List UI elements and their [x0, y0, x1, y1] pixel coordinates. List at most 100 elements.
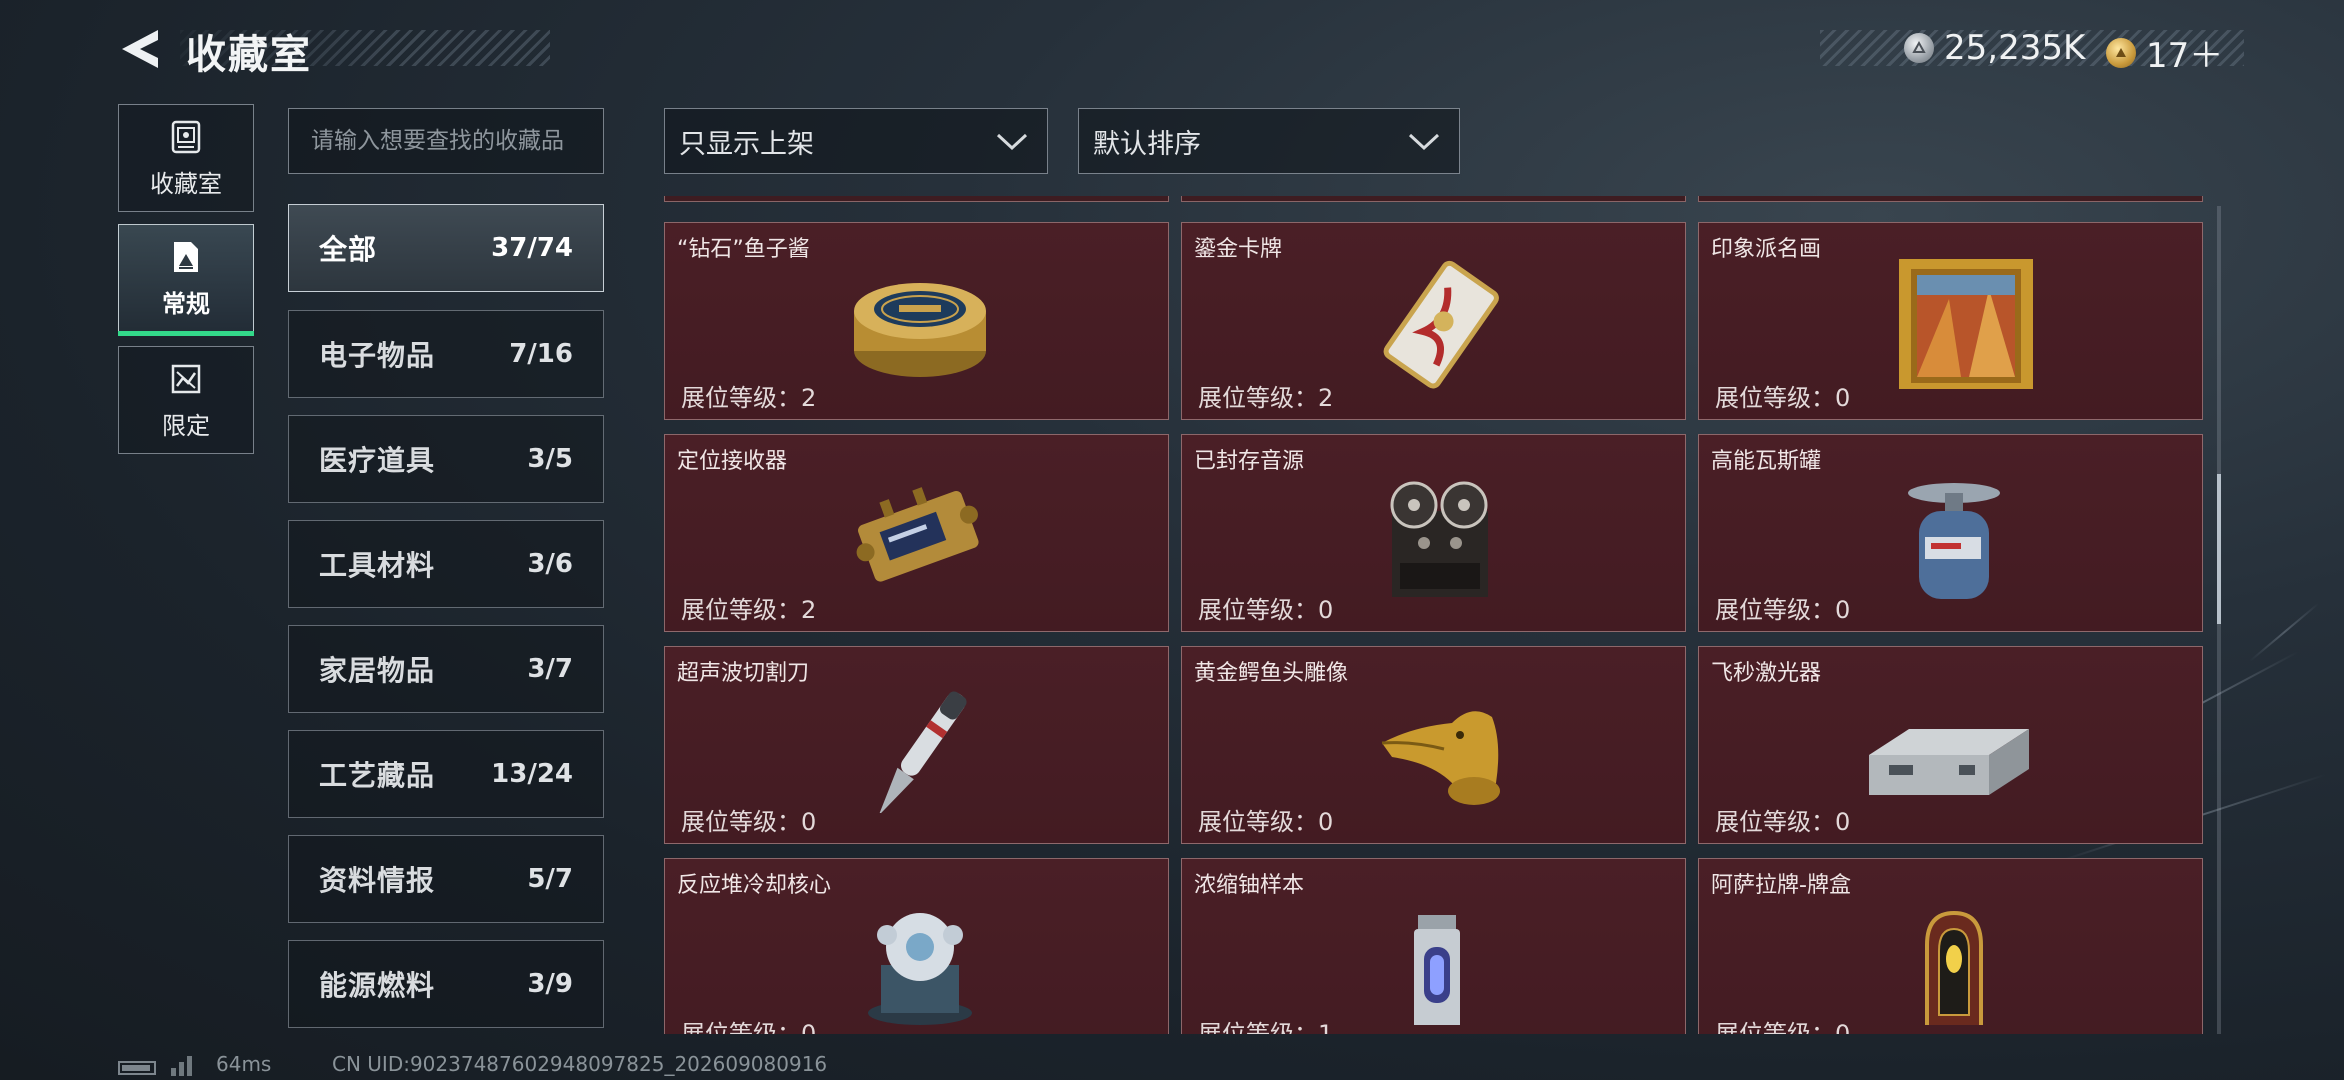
booth-level: 展位等级：1 [1198, 1014, 1333, 1034]
nav-collection-room[interactable]: 收藏室 [118, 104, 254, 212]
sort-dropdown[interactable]: 默认排序 [1078, 108, 1460, 174]
category-count: 37/74 [491, 233, 573, 263]
booth-level-value: 0 [1318, 596, 1334, 624]
category-intel[interactable]: 资料情报 5/7 [288, 835, 604, 923]
booth-level-prefix: 展位等级： [1198, 808, 1318, 836]
category-label: 家居物品 [319, 654, 436, 687]
item-card[interactable]: 超声波切割刀 展位等级：0 [664, 646, 1169, 844]
back-arrow-icon[interactable] [118, 26, 164, 72]
booth-level-prefix: 展位等级： [681, 808, 801, 836]
card-peek [664, 196, 1169, 202]
silver-coin-icon [1904, 33, 1934, 63]
scroll-thumb[interactable] [2217, 474, 2221, 624]
item-card[interactable]: “钻石”鱼子酱 展位等级：2 [664, 222, 1169, 420]
item-card[interactable]: 高能瓦斯罐 展位等级：0 [1698, 434, 2203, 632]
currency-gold: 17＋ [2106, 28, 2223, 77]
caviar-tin-icon [854, 283, 986, 377]
chevron-down-icon [1408, 133, 1440, 151]
nav-label: 常规 [162, 289, 210, 318]
grid-scrollbar[interactable] [2217, 206, 2221, 1034]
framed-painting-icon [1899, 259, 2033, 389]
search-input[interactable] [288, 108, 604, 174]
category-label: 工艺藏品 [319, 759, 436, 792]
category-label: 工具材料 [319, 549, 436, 582]
booth-level: 展位等级：0 [1715, 1014, 1850, 1034]
gilded-card-icon [1383, 260, 1499, 389]
card-peek [1698, 196, 2203, 202]
currency-silver: 25,235K [1904, 28, 2085, 68]
booth-level-prefix: 展位等级： [1198, 1020, 1318, 1034]
category-count: 5/7 [527, 864, 573, 894]
item-name: 阿萨拉牌-牌盒 [1711, 873, 1851, 898]
golden-crocodile-statue-icon [1381, 711, 1500, 805]
item-name: 已封存音源 [1194, 449, 1305, 474]
card-peek [1181, 196, 1686, 202]
page-title: 收藏室 [186, 32, 312, 78]
item-card[interactable]: 定位接收器 展位等级：2 [664, 434, 1169, 632]
category-count: 3/6 [527, 549, 573, 579]
category-count: 3/7 [527, 654, 573, 684]
booth-level-value: 1 [1318, 1020, 1334, 1034]
gold-token-icon [2106, 37, 2136, 68]
booth-level-prefix: 展位等级： [1198, 596, 1318, 624]
category-label: 资料情报 [319, 864, 436, 897]
booth-level-prefix: 展位等级： [1715, 596, 1835, 624]
item-name: 黄金鳄鱼头雕像 [1194, 661, 1349, 686]
booth-level-value: 0 [801, 808, 817, 836]
item-name: 鎏金卡牌 [1194, 237, 1283, 262]
booth-level-prefix: 展位等级： [681, 596, 801, 624]
nav-limited[interactable]: 限定 [118, 346, 254, 454]
booth-level-value: 0 [1318, 808, 1334, 836]
category-electronics[interactable]: 电子物品 7/16 [288, 310, 604, 398]
booth-level: 展位等级：0 [1198, 802, 1333, 837]
category-label: 全部 [319, 233, 378, 266]
item-name: 定位接收器 [677, 449, 788, 474]
item-name: “钻石”鱼子酱 [677, 237, 810, 262]
ping-readout: 64ms [216, 1052, 272, 1076]
category-tools[interactable]: 工具材料 3/6 [288, 520, 604, 608]
booth-level-prefix: 展位等级： [681, 384, 801, 412]
category-medical[interactable]: 医疗道具 3/5 [288, 415, 604, 503]
chevron-down-icon [996, 133, 1028, 151]
silver-coin-amount: 25,235K [1944, 28, 2086, 68]
category-count: 3/5 [527, 444, 573, 474]
item-card[interactable]: 鎏金卡牌 展位等级：2 [1181, 222, 1686, 420]
booth-level-value: 2 [801, 596, 817, 624]
category-all[interactable]: 全部 37/74 [288, 204, 604, 292]
nav-regular[interactable]: 常规 [118, 224, 254, 336]
category-energy[interactable]: 能源燃料 3/9 [288, 940, 604, 1028]
nav-label: 限定 [162, 411, 210, 440]
booth-level: 展位等级：2 [1198, 378, 1333, 413]
booth-level-prefix: 展位等级： [681, 1020, 801, 1034]
item-name: 印象派名画 [1711, 237, 1822, 262]
item-card[interactable]: 印象派名画 展位等级：0 [1698, 222, 2203, 420]
category-household[interactable]: 家居物品 3/7 [288, 625, 604, 713]
category-crafts[interactable]: 工艺藏品 13/24 [288, 730, 604, 818]
item-card[interactable]: 飞秒激光器 展位等级：0 [1698, 646, 2203, 844]
booth-level: 展位等级：0 [1715, 590, 1850, 625]
item-card[interactable]: 黄金鳄鱼头雕像 展位等级：0 [1181, 646, 1686, 844]
item-card[interactable]: 反应堆冷却核心 展位等级：0 [664, 858, 1169, 1034]
display-filter-value: 只显示上架 [679, 128, 814, 160]
gas-canister-icon [1908, 483, 2000, 599]
femtosecond-laser-icon [1869, 729, 2029, 795]
booth-level-value: 2 [1318, 384, 1334, 412]
category-label: 医疗道具 [319, 444, 436, 477]
booth-level-value: 2 [801, 384, 817, 412]
collection-grid[interactable]: “钻石”鱼子酱 展位等级：2 鎏金卡牌 展位等级：2 印象派名画 展位等级：0 … [660, 196, 2216, 1034]
item-card[interactable]: 已封存音源 展位等级：0 [1181, 434, 1686, 632]
item-card[interactable]: 阿萨拉牌-牌盒 展位等级：0 [1698, 858, 2203, 1034]
category-label: 能源燃料 [319, 969, 436, 1002]
category-count: 3/9 [527, 969, 573, 999]
booth-level: 展位等级：0 [1715, 378, 1850, 413]
top-bar: 收藏室 25,235K 17＋ [0, 0, 2344, 100]
sort-value: 默认排序 [1093, 128, 1201, 160]
category-count: 13/24 [491, 759, 573, 789]
booth-level-value: 0 [1835, 808, 1851, 836]
display-filter-dropdown[interactable]: 只显示上架 [664, 108, 1048, 174]
locator-receiver-icon [856, 487, 979, 582]
item-card[interactable]: 浓缩铀样本 展位等级：1 [1181, 858, 1686, 1034]
signal-icon [171, 1056, 192, 1076]
booth-level-value: 0 [1835, 384, 1851, 412]
gold-token-amount: 17＋ [2146, 36, 2224, 76]
